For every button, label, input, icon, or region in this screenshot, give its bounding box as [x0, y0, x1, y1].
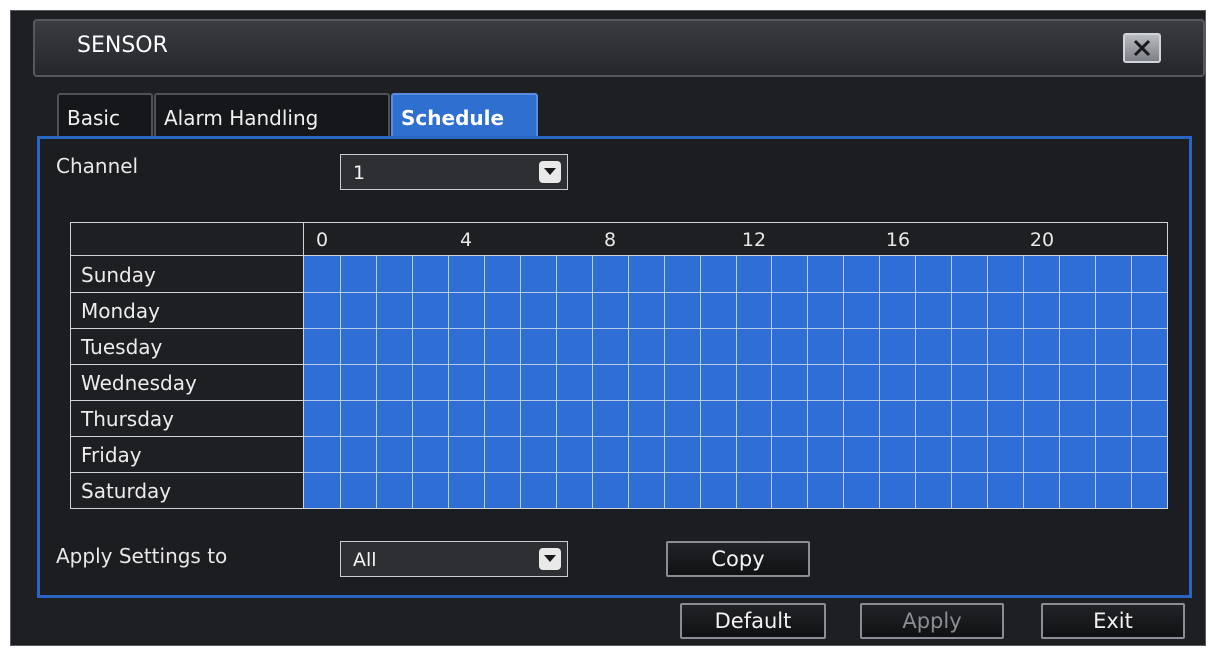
channel-select[interactable]: 1 [340, 154, 568, 190]
apply-settings-select[interactable]: All [340, 541, 568, 577]
tab-basic[interactable]: Basic [57, 93, 153, 139]
chevron-down-icon [539, 548, 561, 570]
day-label-saturday: Saturday [81, 479, 172, 503]
hour-label-0: 0 [315, 229, 329, 251]
tab-alarm-handling[interactable]: Alarm Handling [154, 93, 390, 139]
default-button[interactable]: Default [680, 603, 826, 639]
schedule-panel: Channel 1 0 4 8 12 16 20 Sunday Monday T… [37, 136, 1192, 598]
hour-divider [807, 256, 809, 508]
grid-divider [71, 400, 303, 401]
day-divider [304, 328, 1167, 329]
copy-button[interactable]: Copy [666, 541, 810, 577]
hour-divider [591, 256, 593, 508]
channel-value: 1 [353, 162, 366, 184]
day-label-sunday: Sunday [81, 263, 156, 287]
exit-button[interactable]: Exit [1041, 603, 1185, 639]
hour-divider [843, 256, 845, 508]
hour-divider [483, 256, 485, 508]
grid-divider [71, 472, 303, 473]
tab-schedule[interactable]: Schedule [391, 93, 538, 139]
hour-divider [771, 256, 773, 508]
hour-divider [447, 256, 449, 508]
grid-divider [71, 436, 303, 437]
hour-label-16: 16 [885, 229, 911, 251]
hour-divider [411, 256, 413, 508]
apply-settings-value: All [353, 549, 377, 571]
grid-divider [71, 364, 303, 365]
day-label-thursday: Thursday [81, 407, 174, 431]
schedule-cells[interactable] [304, 256, 1167, 508]
hour-divider [663, 256, 665, 508]
channel-label: Channel [56, 154, 139, 178]
hour-divider [987, 256, 989, 508]
hour-label-8: 8 [603, 229, 617, 251]
hour-divider [519, 256, 521, 508]
day-label-wednesday: Wednesday [81, 371, 197, 395]
day-divider [304, 292, 1167, 293]
chevron-down-icon [539, 161, 561, 183]
close-icon [1133, 39, 1151, 57]
day-label-friday: Friday [81, 443, 142, 467]
hour-divider [627, 256, 629, 508]
window-title: SENSOR [77, 33, 168, 58]
title-bar: SENSOR [33, 19, 1205, 77]
apply-settings-label: Apply Settings to [56, 544, 228, 568]
hour-divider [1095, 256, 1097, 508]
hour-label-4: 4 [459, 229, 473, 251]
grid-divider [71, 328, 303, 329]
hour-label-20: 20 [1029, 229, 1055, 251]
day-divider [304, 436, 1167, 437]
hour-divider [735, 256, 737, 508]
day-label-monday: Monday [81, 299, 160, 323]
hour-divider [951, 256, 953, 508]
hour-divider [915, 256, 917, 508]
hour-divider [375, 256, 377, 508]
day-divider [304, 400, 1167, 401]
hour-divider [699, 256, 701, 508]
apply-button[interactable]: Apply [860, 603, 1004, 639]
close-button[interactable] [1123, 33, 1161, 63]
day-divider [304, 364, 1167, 365]
day-label-tuesday: Tuesday [81, 335, 163, 359]
grid-divider [71, 292, 303, 293]
hour-divider [1023, 256, 1025, 508]
day-divider [304, 472, 1167, 473]
hour-divider [339, 256, 341, 508]
sensor-window: SENSOR Basic Alarm Handling Schedule Cha… [10, 10, 1206, 646]
hour-divider [879, 256, 881, 508]
schedule-grid: 0 4 8 12 16 20 Sunday Monday Tuesday Wed… [70, 222, 1168, 509]
hour-divider [1059, 256, 1061, 508]
hour-label-12: 12 [741, 229, 767, 251]
hour-divider [555, 256, 557, 508]
hour-divider [1131, 256, 1133, 508]
